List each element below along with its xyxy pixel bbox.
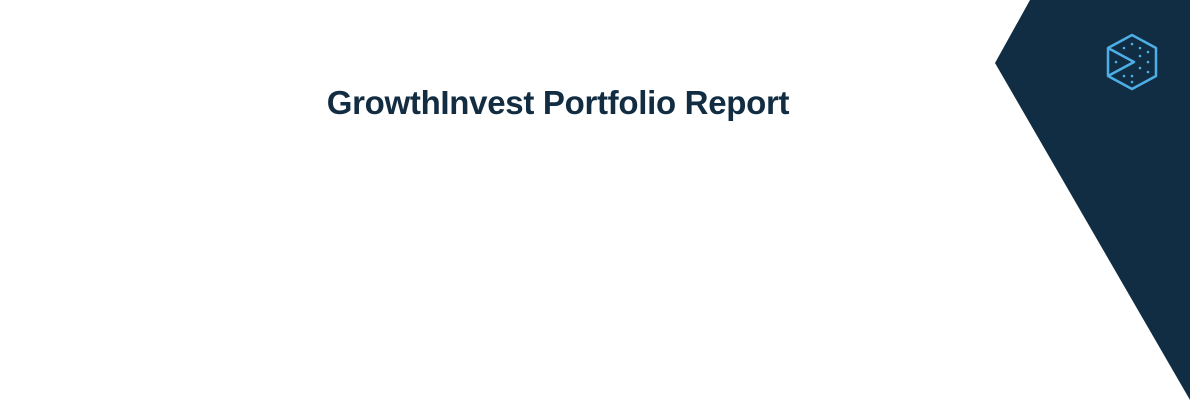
report-cover-page: GrowthInvest Portfolio Report	[0, 0, 1190, 400]
navy-corner-shape	[995, 0, 1190, 400]
corner-decoration-panel	[995, 0, 1190, 400]
hexagon-logo-icon	[1106, 33, 1158, 91]
